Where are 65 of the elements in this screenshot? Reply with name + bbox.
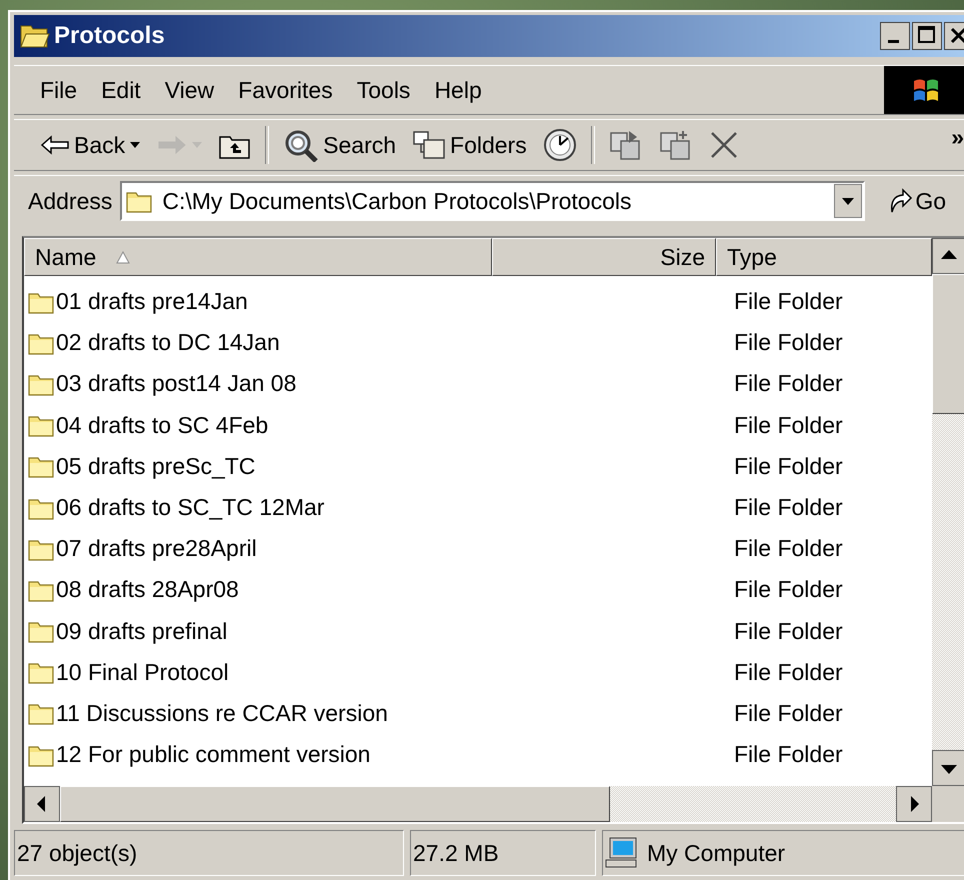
dropdown-icon: [834, 184, 862, 218]
status-text: 27 object(s): [14, 830, 404, 876]
type-cell-text: File Folder: [733, 452, 844, 480]
left-arrow-icon: [40, 135, 70, 155]
folder-item[interactable]: 09 drafts prefinal: [24, 618, 492, 645]
folder-item[interactable]: 12 For public comment version: [24, 741, 492, 768]
folder-item[interactable]: 10 Final Protocol: [24, 658, 492, 686]
menu-item[interactable]: Favorites: [232, 76, 351, 104]
folders-icon: [412, 130, 446, 160]
column-header[interactable]: Name: [24, 238, 492, 276]
window-title: Protocols: [54, 22, 166, 50]
column-header[interactable]: Type: [716, 238, 932, 276]
scroll-right-icon: [896, 786, 932, 822]
move-to-icon: [608, 129, 643, 161]
menu-item[interactable]: Edit: [95, 76, 159, 104]
folder-item[interactable]: 11 Discussions re CCAR version: [24, 700, 492, 727]
maximize-icon: [912, 22, 942, 50]
folder-item[interactable]: 04 drafts to SC 4Feb: [24, 412, 492, 439]
folder-item[interactable]: 06 drafts to SC_TC 12Mar: [24, 494, 492, 522]
copy-to-icon: [658, 129, 693, 161]
computer-icon: [605, 837, 639, 869]
scroll-thumb[interactable]: [60, 786, 610, 822]
folder-item[interactable]: 07 drafts pre28April: [24, 535, 492, 562]
menu-item[interactable]: View: [158, 76, 232, 104]
folder-item[interactable]: 08 drafts 28Apr08: [24, 576, 492, 604]
minimize-icon: [880, 22, 910, 50]
folder-item[interactable]: 03 drafts post14 Jan 08: [24, 370, 492, 398]
type-cell-text: File Folder: [733, 741, 844, 768]
type-cell-text: File Folder: [733, 576, 844, 604]
type-cell-text: File Folder: [733, 494, 844, 522]
type-cell-text: File Folder: [733, 658, 844, 686]
back-button[interactable]: Back: [32, 123, 150, 167]
folder-icon: [20, 23, 50, 49]
type-cell-text: File Folder: [733, 700, 844, 727]
type-cell-text: File Folder: [733, 288, 844, 316]
status-text: 27.2 MB: [410, 830, 596, 876]
menu-item[interactable]: File: [34, 76, 96, 104]
address-field[interactable]: C:\My Documents\Carbon Protocols\Protocols: [120, 181, 866, 221]
folder-item[interactable]: 05 drafts preSc_TC: [24, 452, 492, 480]
type-cell-text: File Folder: [733, 618, 844, 645]
caret-icon: [191, 141, 204, 149]
caret-icon: [129, 141, 142, 149]
type-cell-text: File Folder: [733, 329, 844, 356]
menu-item[interactable]: Help: [428, 76, 500, 104]
delete-icon: [708, 130, 739, 160]
more-button[interactable]: »: [951, 124, 964, 151]
type-cell-text: File Folder: [733, 535, 844, 562]
search-icon: [283, 128, 320, 162]
menu-item[interactable]: Tools: [350, 76, 428, 104]
scrollbar-corner: [932, 786, 964, 822]
column-header[interactable]: Size: [492, 238, 716, 276]
folder-item[interactable]: 02 drafts to DC 14Jan: [24, 329, 492, 356]
type-cell-text: File Folder: [733, 370, 844, 398]
scroll-down-icon: [932, 750, 964, 786]
close-icon: [944, 22, 964, 50]
folder-item[interactable]: 01 drafts pre14Jan: [24, 288, 492, 316]
scroll-left-icon: [24, 786, 60, 822]
go-button[interactable]: Go: [873, 188, 964, 214]
status-zone: My Computer: [602, 830, 964, 876]
clock-icon: [542, 128, 577, 162]
type-cell-text: File Folder: [733, 412, 844, 439]
right-arrow-icon: [157, 135, 188, 155]
search-button[interactable]: Search: [275, 123, 404, 167]
folders-button[interactable]: Folders: [404, 123, 535, 167]
address-label: Address: [28, 188, 112, 214]
